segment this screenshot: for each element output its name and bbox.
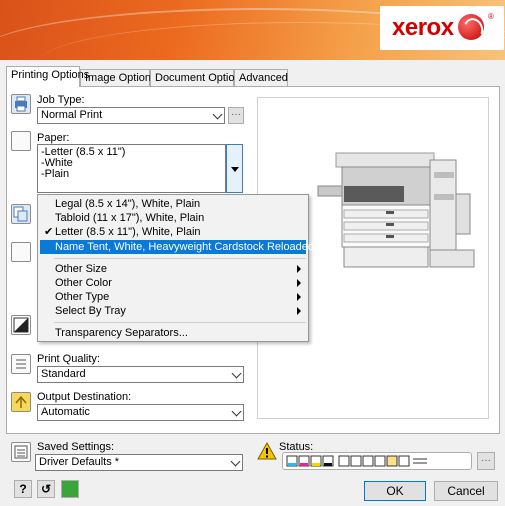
status-more-button[interactable]: ···	[477, 452, 495, 470]
job-type-value: Normal Print	[41, 109, 103, 121]
tab-advanced[interactable]: Advanced	[234, 69, 288, 86]
menu-item-label: Letter (8.5 x 11"), White, Plain	[55, 226, 201, 238]
saved-settings-icon	[11, 442, 31, 462]
output-destination-select[interactable]: Automatic	[37, 404, 244, 421]
print-quality-select[interactable]: Standard	[37, 366, 244, 383]
chevron-down-icon	[231, 368, 242, 379]
printer-properties-dialog: xerox ® Printing Options Image Options D…	[0, 0, 505, 506]
menu-item-name-tent[interactable]: Name Tent, White, Heavyweight Cardstock …	[40, 240, 314, 254]
menu-item-other-color[interactable]: Other Color	[40, 276, 306, 290]
paper-label: Paper:	[37, 132, 70, 144]
copies-icon	[11, 204, 31, 224]
quality-icon	[11, 354, 31, 374]
help-button[interactable]: ?	[14, 480, 32, 498]
menu-item-label: Tabloid (11 x 17"), White, Plain	[55, 212, 205, 224]
cancel-button[interactable]: Cancel	[434, 481, 498, 501]
checkmark-icon: ✔	[44, 226, 54, 238]
submenu-arrow-icon	[297, 293, 301, 301]
saved-settings-select[interactable]: Driver Defaults *	[35, 454, 243, 471]
output-destination-label: Output Destination:	[37, 391, 132, 403]
menu-separator	[54, 322, 306, 323]
xerox-ball-icon	[458, 14, 484, 40]
submenu-arrow-icon	[297, 265, 301, 273]
paper-type-line: -Plain	[41, 168, 70, 180]
output-destination-value: Automatic	[41, 406, 90, 418]
paper-summary-box[interactable]: -Letter (8.5 x 11") -White -Plain	[37, 144, 226, 193]
menu-item-select-by-tray[interactable]: Select By Tray	[40, 304, 306, 318]
menu-item-other-type[interactable]: Other Type	[40, 290, 306, 304]
job-type-more-button[interactable]: ···	[228, 107, 244, 124]
paper-dropdown-menu: Legal (8.5 x 14"), White, Plain Tabloid …	[37, 194, 314, 342]
status-indicator-bar[interactable]	[282, 452, 472, 470]
submenu-arrow-icon	[297, 307, 301, 315]
menu-item-tabloid[interactable]: Tabloid (11 x 17"), White, Plain	[40, 211, 306, 225]
menu-item-label: Other Size	[55, 263, 107, 275]
tab-image-options[interactable]: Image Options	[80, 69, 157, 86]
chevron-down-icon	[212, 109, 223, 120]
registered-mark: ®	[488, 12, 494, 21]
color-mode-icon	[11, 315, 31, 335]
output-icon	[11, 392, 31, 412]
menu-item-other-size[interactable]: Other Size	[40, 262, 306, 276]
chevron-down-icon	[231, 406, 242, 417]
saved-settings-value: Driver Defaults *	[39, 456, 120, 468]
menu-item-label: Select By Tray	[55, 305, 126, 317]
duplex-icon	[11, 242, 31, 262]
tab-printing-options[interactable]: Printing Options	[6, 66, 89, 87]
green-status-button[interactable]	[61, 480, 79, 498]
chevron-down-icon	[230, 456, 241, 467]
menu-separator	[54, 258, 306, 259]
menu-item-label: Other Color	[55, 277, 112, 289]
status-supply-icons	[286, 455, 427, 467]
menu-item-legal[interactable]: Legal (8.5 x 14"), White, Plain	[40, 197, 306, 211]
job-type-label: Job Type:	[37, 94, 85, 106]
menu-item-label: Transparency Separators...	[55, 327, 188, 339]
saved-settings-label: Saved Settings:	[37, 441, 115, 453]
menu-item-label: Name Tent, White, Heavyweight Cardstock …	[55, 241, 315, 253]
print-quality-label: Print Quality:	[37, 353, 100, 365]
reset-button[interactable]: ↺	[37, 480, 55, 498]
xerox-logo: xerox	[392, 14, 454, 41]
menu-item-label: Other Type	[55, 291, 110, 303]
tab-document-options[interactable]: Document Options	[150, 69, 246, 86]
ok-button[interactable]: OK	[364, 481, 426, 501]
paper-dropdown-button[interactable]	[226, 144, 243, 193]
printer-icon	[11, 94, 31, 114]
warning-icon	[257, 442, 277, 460]
menu-item-letter[interactable]: ✔ Letter (8.5 x 11"), White, Plain	[40, 225, 306, 239]
menu-item-label: Legal (8.5 x 14"), White, Plain	[55, 198, 201, 210]
menu-item-transparency-separators[interactable]: Transparency Separators...	[40, 326, 306, 340]
print-quality-value: Standard	[41, 368, 86, 380]
job-type-select[interactable]: Normal Print	[37, 107, 225, 124]
paper-icon	[11, 131, 31, 151]
submenu-arrow-icon	[297, 279, 301, 287]
